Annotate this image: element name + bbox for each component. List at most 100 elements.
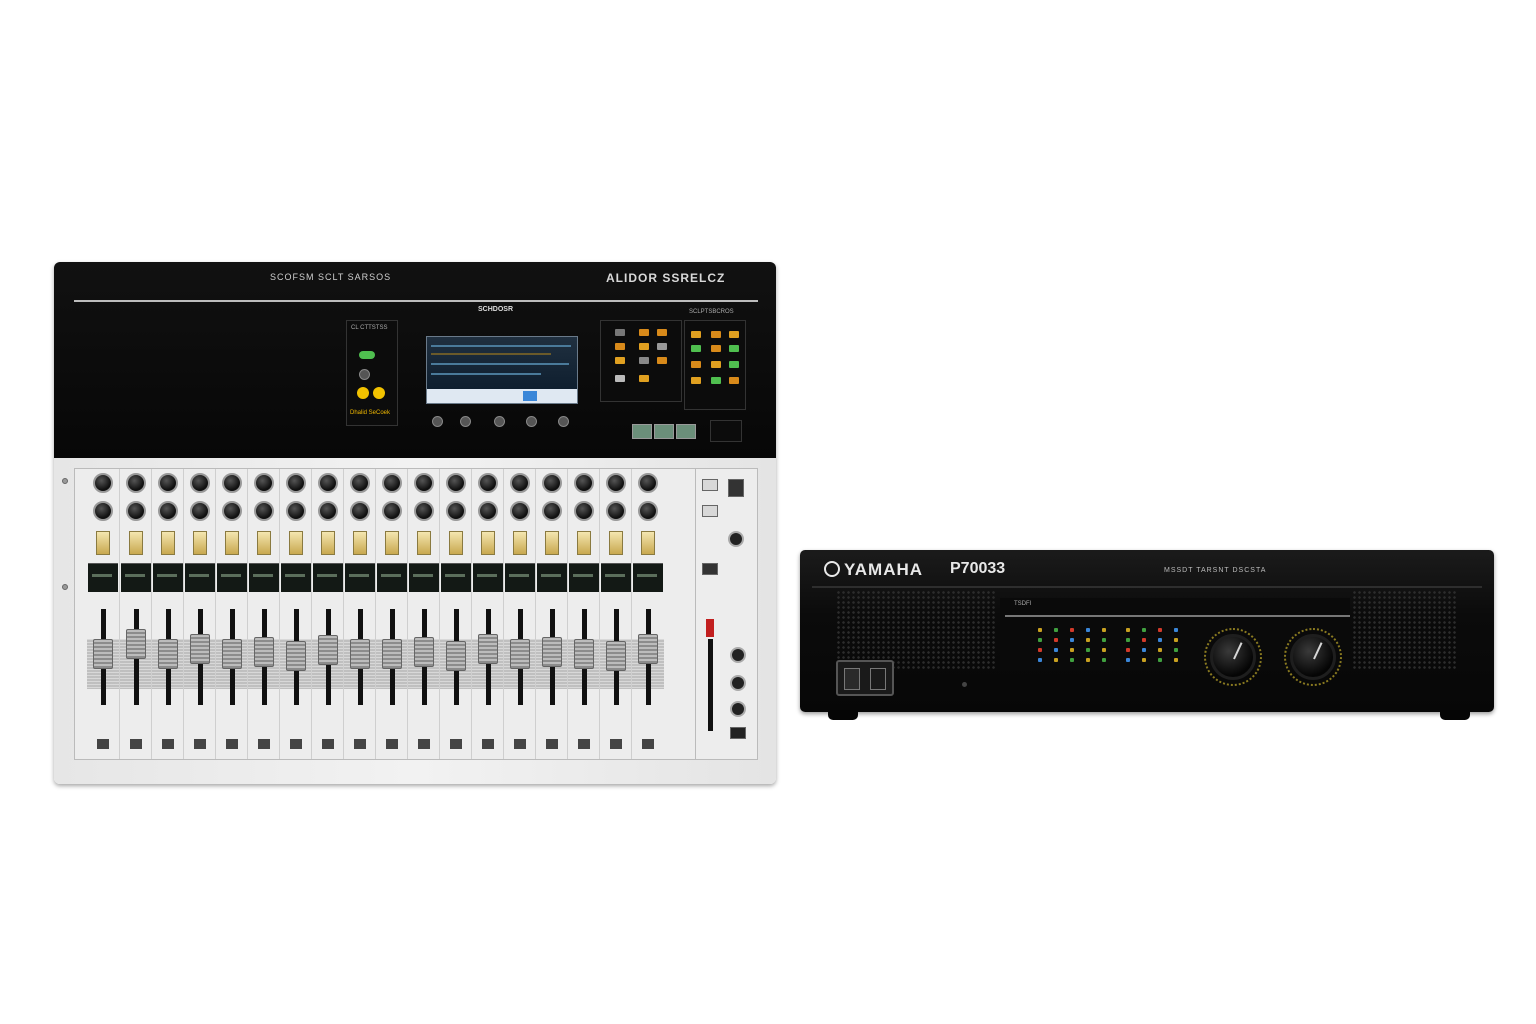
pan-knob[interactable] (414, 501, 434, 521)
channel-select-button[interactable] (225, 531, 239, 555)
master-button[interactable] (702, 505, 718, 517)
channel-select-button[interactable] (161, 531, 175, 555)
mode-button[interactable] (654, 424, 674, 439)
user-key[interactable] (639, 329, 649, 336)
channel-fader[interactable] (350, 639, 370, 669)
channel-select-button[interactable] (96, 531, 110, 555)
channel-fader[interactable] (510, 639, 530, 669)
screen-knob[interactable] (460, 416, 471, 427)
screen-knob[interactable] (432, 416, 443, 427)
master-button[interactable] (728, 479, 744, 497)
channel-foot-button[interactable] (546, 739, 558, 749)
channel-b-gain-knob[interactable] (1290, 634, 1336, 680)
channel-fader[interactable] (414, 637, 434, 667)
user-key[interactable] (615, 343, 625, 350)
channel-fader[interactable] (93, 639, 113, 669)
channel-fader[interactable] (446, 641, 466, 671)
user-key[interactable] (657, 329, 667, 336)
channel-fader[interactable] (542, 637, 562, 667)
gain-knob[interactable] (510, 473, 530, 493)
pan-knob[interactable] (478, 501, 498, 521)
gain-knob[interactable] (606, 473, 626, 493)
channel-foot-button[interactable] (290, 739, 302, 749)
user-key[interactable] (639, 375, 649, 382)
small-knob[interactable] (359, 369, 370, 380)
master-dial[interactable] (730, 701, 746, 717)
channel-select-button[interactable] (385, 531, 399, 555)
pan-knob[interactable] (254, 501, 274, 521)
channel-select-button[interactable] (449, 531, 463, 555)
user-key[interactable] (615, 375, 625, 382)
pan-knob[interactable] (158, 501, 178, 521)
channel-foot-button[interactable] (226, 739, 238, 749)
amber-button[interactable] (373, 387, 385, 399)
channel-foot-button[interactable] (514, 739, 526, 749)
channel-select-button[interactable] (641, 531, 655, 555)
channel-fader[interactable] (478, 634, 498, 664)
channel-fader[interactable] (126, 629, 146, 659)
channel-foot-button[interactable] (386, 739, 398, 749)
channel-select-button[interactable] (321, 531, 335, 555)
channel-foot-button[interactable] (194, 739, 206, 749)
channel-fader[interactable] (158, 639, 178, 669)
channel-fader[interactable] (254, 637, 274, 667)
mode-button[interactable] (632, 424, 652, 439)
master-button[interactable] (730, 727, 746, 739)
power-rocker[interactable] (870, 668, 886, 690)
usb-port[interactable] (710, 420, 742, 442)
master-button[interactable] (702, 479, 718, 491)
pan-knob[interactable] (446, 501, 466, 521)
pan-knob[interactable] (638, 501, 658, 521)
channel-foot-button[interactable] (97, 739, 109, 749)
touch-screen[interactable] (426, 336, 578, 404)
channel-foot-button[interactable] (482, 739, 494, 749)
channel-foot-button[interactable] (162, 739, 174, 749)
user-key[interactable] (615, 329, 625, 336)
power-switch[interactable] (836, 660, 894, 696)
mode-button[interactable] (676, 424, 696, 439)
channel-foot-button[interactable] (610, 739, 622, 749)
master-button[interactable] (702, 563, 718, 575)
gain-knob[interactable] (638, 473, 658, 493)
pan-knob[interactable] (126, 501, 146, 521)
channel-a-gain-knob[interactable] (1210, 634, 1256, 680)
gain-knob[interactable] (414, 473, 434, 493)
gain-knob[interactable] (286, 473, 306, 493)
channel-fader[interactable] (638, 634, 658, 664)
pan-knob[interactable] (382, 501, 402, 521)
channel-foot-button[interactable] (130, 739, 142, 749)
channel-select-button[interactable] (353, 531, 367, 555)
pan-knob[interactable] (574, 501, 594, 521)
gain-knob[interactable] (350, 473, 370, 493)
channel-select-button[interactable] (417, 531, 431, 555)
pan-knob[interactable] (318, 501, 338, 521)
gain-knob[interactable] (254, 473, 274, 493)
power-rocker[interactable] (844, 668, 860, 690)
pan-knob[interactable] (222, 501, 242, 521)
gain-knob[interactable] (222, 473, 242, 493)
user-key[interactable] (657, 343, 667, 350)
channel-fader[interactable] (574, 639, 594, 669)
active-screen-tab[interactable] (523, 391, 537, 401)
channel-select-button[interactable] (513, 531, 527, 555)
channel-fader[interactable] (286, 641, 306, 671)
master-dial[interactable] (730, 675, 746, 691)
channel-fader[interactable] (190, 634, 210, 664)
channel-foot-button[interactable] (418, 739, 430, 749)
gain-knob[interactable] (126, 473, 146, 493)
gain-knob[interactable] (574, 473, 594, 493)
gain-knob[interactable] (190, 473, 210, 493)
gain-knob[interactable] (478, 473, 498, 493)
channel-foot-button[interactable] (578, 739, 590, 749)
channel-select-button[interactable] (257, 531, 271, 555)
gain-knob[interactable] (382, 473, 402, 493)
master-dial[interactable] (728, 531, 744, 547)
channel-fader[interactable] (318, 635, 338, 665)
channel-fader[interactable] (222, 639, 242, 669)
channel-select-button[interactable] (577, 531, 591, 555)
user-key[interactable] (657, 357, 667, 364)
pan-knob[interactable] (286, 501, 306, 521)
channel-fader[interactable] (606, 641, 626, 671)
channel-foot-button[interactable] (642, 739, 654, 749)
channel-foot-button[interactable] (450, 739, 462, 749)
